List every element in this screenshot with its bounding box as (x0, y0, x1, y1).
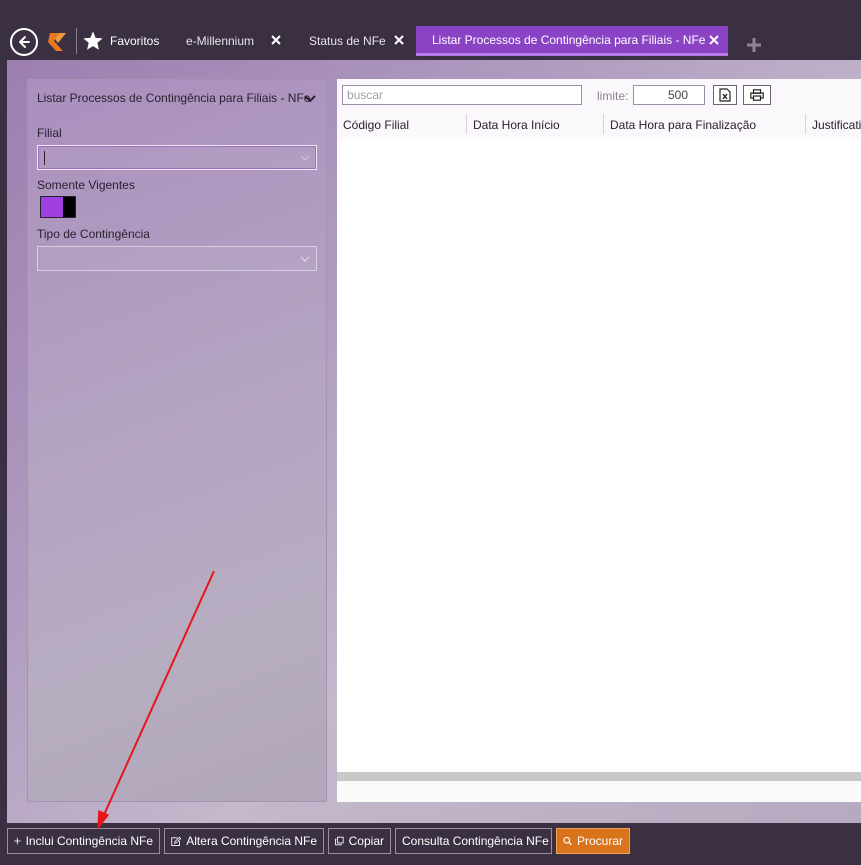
export-excel-button[interactable] (713, 85, 737, 105)
close-icon[interactable] (708, 34, 720, 46)
toggle-knob (63, 197, 75, 217)
results-footer (337, 781, 861, 802)
somente-vigentes-toggle[interactable] (40, 196, 76, 218)
tab-status-nfe[interactable]: Status de NFe (300, 26, 412, 56)
text-cursor (44, 151, 45, 165)
copiar-label: Copiar (348, 834, 384, 848)
column-header-data-hora-finalizacao[interactable]: Data Hora para Finalização (610, 118, 756, 132)
copy-icon (335, 836, 344, 846)
results-header: limite: Código Filial Data Hora Início D… (337, 79, 861, 139)
tipo-contingencia-select[interactable] (37, 246, 317, 271)
chevron-down-icon[interactable] (304, 94, 316, 104)
filter-panel-title: Listar Processos de Contingência para Fi… (37, 91, 311, 105)
filter-panel: Listar Processos de Contingência para Fi… (27, 79, 327, 802)
star-icon (83, 31, 103, 50)
procurar-button[interactable]: Procurar (556, 828, 630, 854)
tab-label: e-Millennium (186, 34, 255, 48)
results-panel: limite: Código Filial Data Hora Início D… (337, 79, 861, 802)
limit-input[interactable] (633, 85, 705, 105)
column-header-codigo-filial[interactable]: Código Filial (343, 118, 409, 132)
excel-file-icon (719, 88, 731, 102)
tab-listar-processos[interactable]: Listar Processos de Contingência para Fi… (416, 26, 728, 56)
procurar-label: Procurar (576, 834, 623, 848)
printer-icon (750, 89, 764, 101)
altera-contingencia-button[interactable]: Altera Contingência NFe (164, 828, 324, 854)
close-icon[interactable] (393, 34, 405, 46)
results-grid-body[interactable] (337, 139, 861, 771)
tab-label: Status de NFe (309, 34, 386, 48)
inclui-contingencia-button[interactable]: Inclui Contingência NFe (7, 828, 160, 854)
app-logo-icon (48, 33, 66, 51)
plus-icon (14, 837, 21, 845)
action-bar: Inclui Contingência NFe Altera Contingên… (0, 823, 861, 865)
search-input[interactable] (342, 85, 582, 105)
column-header-justificativa[interactable]: Justificati (812, 118, 861, 132)
altera-contingencia-label: Altera Contingência NFe (186, 834, 317, 848)
consulta-contingencia-label: Consulta Contingência NFe (402, 834, 549, 848)
close-icon[interactable] (270, 34, 282, 46)
arrow-left-icon (19, 36, 30, 48)
limit-label: limite: (597, 89, 629, 103)
favorites-label: Favoritos (110, 34, 160, 48)
add-tab-icon[interactable] (746, 37, 762, 53)
topbar-divider (76, 28, 77, 54)
favorites-button[interactable]: Favoritos (82, 29, 159, 53)
filial-label: Filial (37, 126, 62, 140)
column-header-data-hora-inicio[interactable]: Data Hora Início (473, 118, 560, 132)
filial-select[interactable] (37, 145, 317, 170)
somente-vigentes-label: Somente Vigentes (37, 178, 135, 192)
tipo-contingencia-label: Tipo de Contingência (37, 227, 150, 241)
print-button[interactable] (743, 85, 771, 105)
tab-label: Listar Processos de Contingência para Fi… (432, 32, 706, 47)
horizontal-scrollbar[interactable] (337, 772, 861, 781)
chevron-down-icon (300, 256, 310, 262)
search-icon (563, 836, 572, 846)
tab-e-millennium[interactable]: e-Millennium (178, 26, 288, 56)
column-divider[interactable] (805, 114, 806, 134)
top-bar: Favoritos e-Millennium Status de NFe Lis… (0, 0, 861, 60)
inclui-contingencia-label: Inclui Contingência NFe (25, 834, 153, 848)
chevron-down-icon (300, 155, 310, 161)
edit-icon (171, 836, 182, 846)
back-button[interactable] (10, 28, 38, 56)
column-divider[interactable] (466, 114, 467, 134)
copiar-button[interactable]: Copiar (328, 828, 391, 854)
column-divider[interactable] (603, 114, 604, 134)
consulta-contingencia-button[interactable]: Consulta Contingência NFe (395, 828, 552, 854)
